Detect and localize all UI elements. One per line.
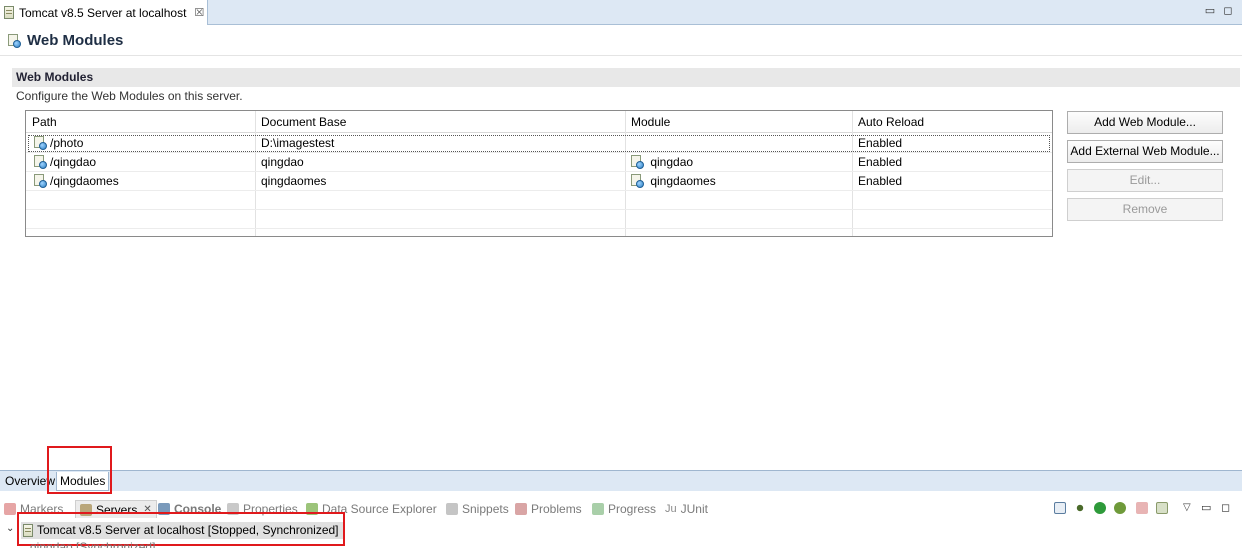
tab-snippets-label: Snippets <box>462 502 509 516</box>
row-document-base: qingdaomes <box>261 174 327 188</box>
problems-icon <box>515 503 527 515</box>
server-tree-row[interactable]: ⌄ Tomcat v8.5 Server at localhost [Stopp… <box>0 520 1242 540</box>
row-path: /photo <box>50 136 84 150</box>
profile-icon[interactable] <box>1114 502 1126 514</box>
minimize-view-icon[interactable]: ▭ <box>1201 502 1213 514</box>
section-description: Configure the Web Modules on this server… <box>16 89 243 103</box>
stop-server-icon[interactable] <box>1136 502 1148 514</box>
tab-markers[interactable]: Markers <box>4 500 63 518</box>
tab-modules[interactable]: Modules <box>56 472 110 491</box>
web-module-icon <box>34 173 47 188</box>
row-module: qingdao <box>650 155 694 169</box>
page-header: Web Modules <box>0 26 1242 56</box>
tab-console[interactable]: Console <box>158 500 221 518</box>
editor-page-tabs: Overview Modules <box>0 470 1242 491</box>
page-title: Web Modules <box>27 32 124 49</box>
console-icon <box>158 503 170 515</box>
tab-problems-label: Problems <box>531 502 582 516</box>
progress-icon <box>592 503 604 515</box>
project-module-icon <box>631 154 644 169</box>
column-header-path[interactable]: Path <box>26 113 255 132</box>
maximize-view-icon[interactable]: ◻ <box>1221 502 1233 514</box>
server-icon <box>23 524 33 537</box>
tab-data-source-explorer[interactable]: Data Source Explorer <box>306 500 437 518</box>
tab-progress-label: Progress <box>608 502 657 516</box>
tab-progress[interactable]: Progress <box>592 500 656 518</box>
row-document-base: D:\imagestest <box>261 136 335 150</box>
row-path: /qingdaomes <box>50 174 119 188</box>
maximize-icon[interactable]: ◻ <box>1222 5 1234 17</box>
editor-tab-label: Tomcat v8.5 Server at localhost <box>19 5 187 20</box>
properties-icon <box>227 503 239 515</box>
column-header-module[interactable]: Module <box>625 113 852 132</box>
tab-overview[interactable]: Overview <box>2 472 58 491</box>
web-modules-table[interactable]: Path Document Base Module Auto Reload /p… <box>25 110 1053 237</box>
row-auto-reload: Enabled <box>858 136 903 150</box>
add-web-module-button[interactable]: Add Web Module... <box>1067 111 1223 134</box>
edit-button[interactable]: Edit... <box>1067 169 1223 192</box>
close-icon[interactable]: ✕ <box>143 501 151 519</box>
table-header: Path Document Base Module Auto Reload <box>26 111 1052 133</box>
row-auto-reload: Enabled <box>858 155 903 169</box>
tab-console-label: Console <box>174 502 222 516</box>
tab-servers[interactable]: Servers ✕ <box>75 500 157 518</box>
server-entry-label: Tomcat v8.5 Server at localhost [Stopped… <box>37 523 339 537</box>
project-module-icon <box>631 173 644 188</box>
editor-tab-bar: Tomcat v8.5 Server at localhost ☒ ▭ ◻ <box>0 0 1242 25</box>
row-module: qingdaomes <box>650 174 716 188</box>
close-icon[interactable]: ☒ <box>194 6 204 19</box>
server-child-row[interactable]: qingdao [Synchronized] <box>30 541 155 548</box>
debug-icon[interactable] <box>1074 502 1086 514</box>
tab-junit-label: JUnit <box>680 502 708 516</box>
servers-icon <box>80 503 92 516</box>
web-modules-icon <box>8 33 21 48</box>
tab-servers-label: Servers <box>96 502 138 517</box>
remove-button[interactable]: Remove <box>1067 198 1223 221</box>
tab-problems[interactable]: Problems <box>515 500 582 518</box>
data-source-icon <box>306 503 318 515</box>
column-header-auto-reload[interactable]: Auto Reload <box>852 113 1052 132</box>
column-header-document-base[interactable]: Document Base <box>255 113 625 132</box>
row-module <box>625 134 852 153</box>
server-entry[interactable]: Tomcat v8.5 Server at localhost [Stopped… <box>21 522 343 539</box>
tab-junit[interactable]: Ju JUnit <box>665 500 708 518</box>
row-auto-reload: Enabled <box>858 174 903 188</box>
minimize-icon[interactable]: ▭ <box>1204 5 1216 17</box>
section-title: Web Modules <box>12 68 1240 87</box>
web-module-icon <box>34 135 47 150</box>
junit-icon: Ju <box>665 503 677 515</box>
server-icon <box>4 6 14 19</box>
tab-properties-label: Properties <box>243 502 298 516</box>
publish-icon[interactable] <box>1156 502 1168 514</box>
tab-markers-label: Markers <box>20 502 64 516</box>
tab-properties[interactable]: Properties <box>227 500 298 518</box>
collapse-all-icon[interactable] <box>1054 502 1066 514</box>
tab-data-source-label: Data Source Explorer <box>322 502 437 516</box>
add-external-web-module-button[interactable]: Add External Web Module... <box>1067 140 1223 163</box>
view-menu-icon[interactable]: ▽ <box>1183 502 1195 514</box>
tab-snippets[interactable]: Snippets <box>446 500 509 518</box>
web-module-icon <box>34 154 47 169</box>
editor-tab-server[interactable]: Tomcat v8.5 Server at localhost ☒ <box>0 0 208 25</box>
snippets-icon <box>446 503 458 515</box>
start-server-icon[interactable] <box>1094 502 1106 514</box>
expand-chevron-icon[interactable]: ⌄ <box>6 523 14 534</box>
markers-icon <box>4 503 16 515</box>
row-document-base: qingdao <box>261 155 304 169</box>
row-path: /qingdao <box>50 155 97 169</box>
